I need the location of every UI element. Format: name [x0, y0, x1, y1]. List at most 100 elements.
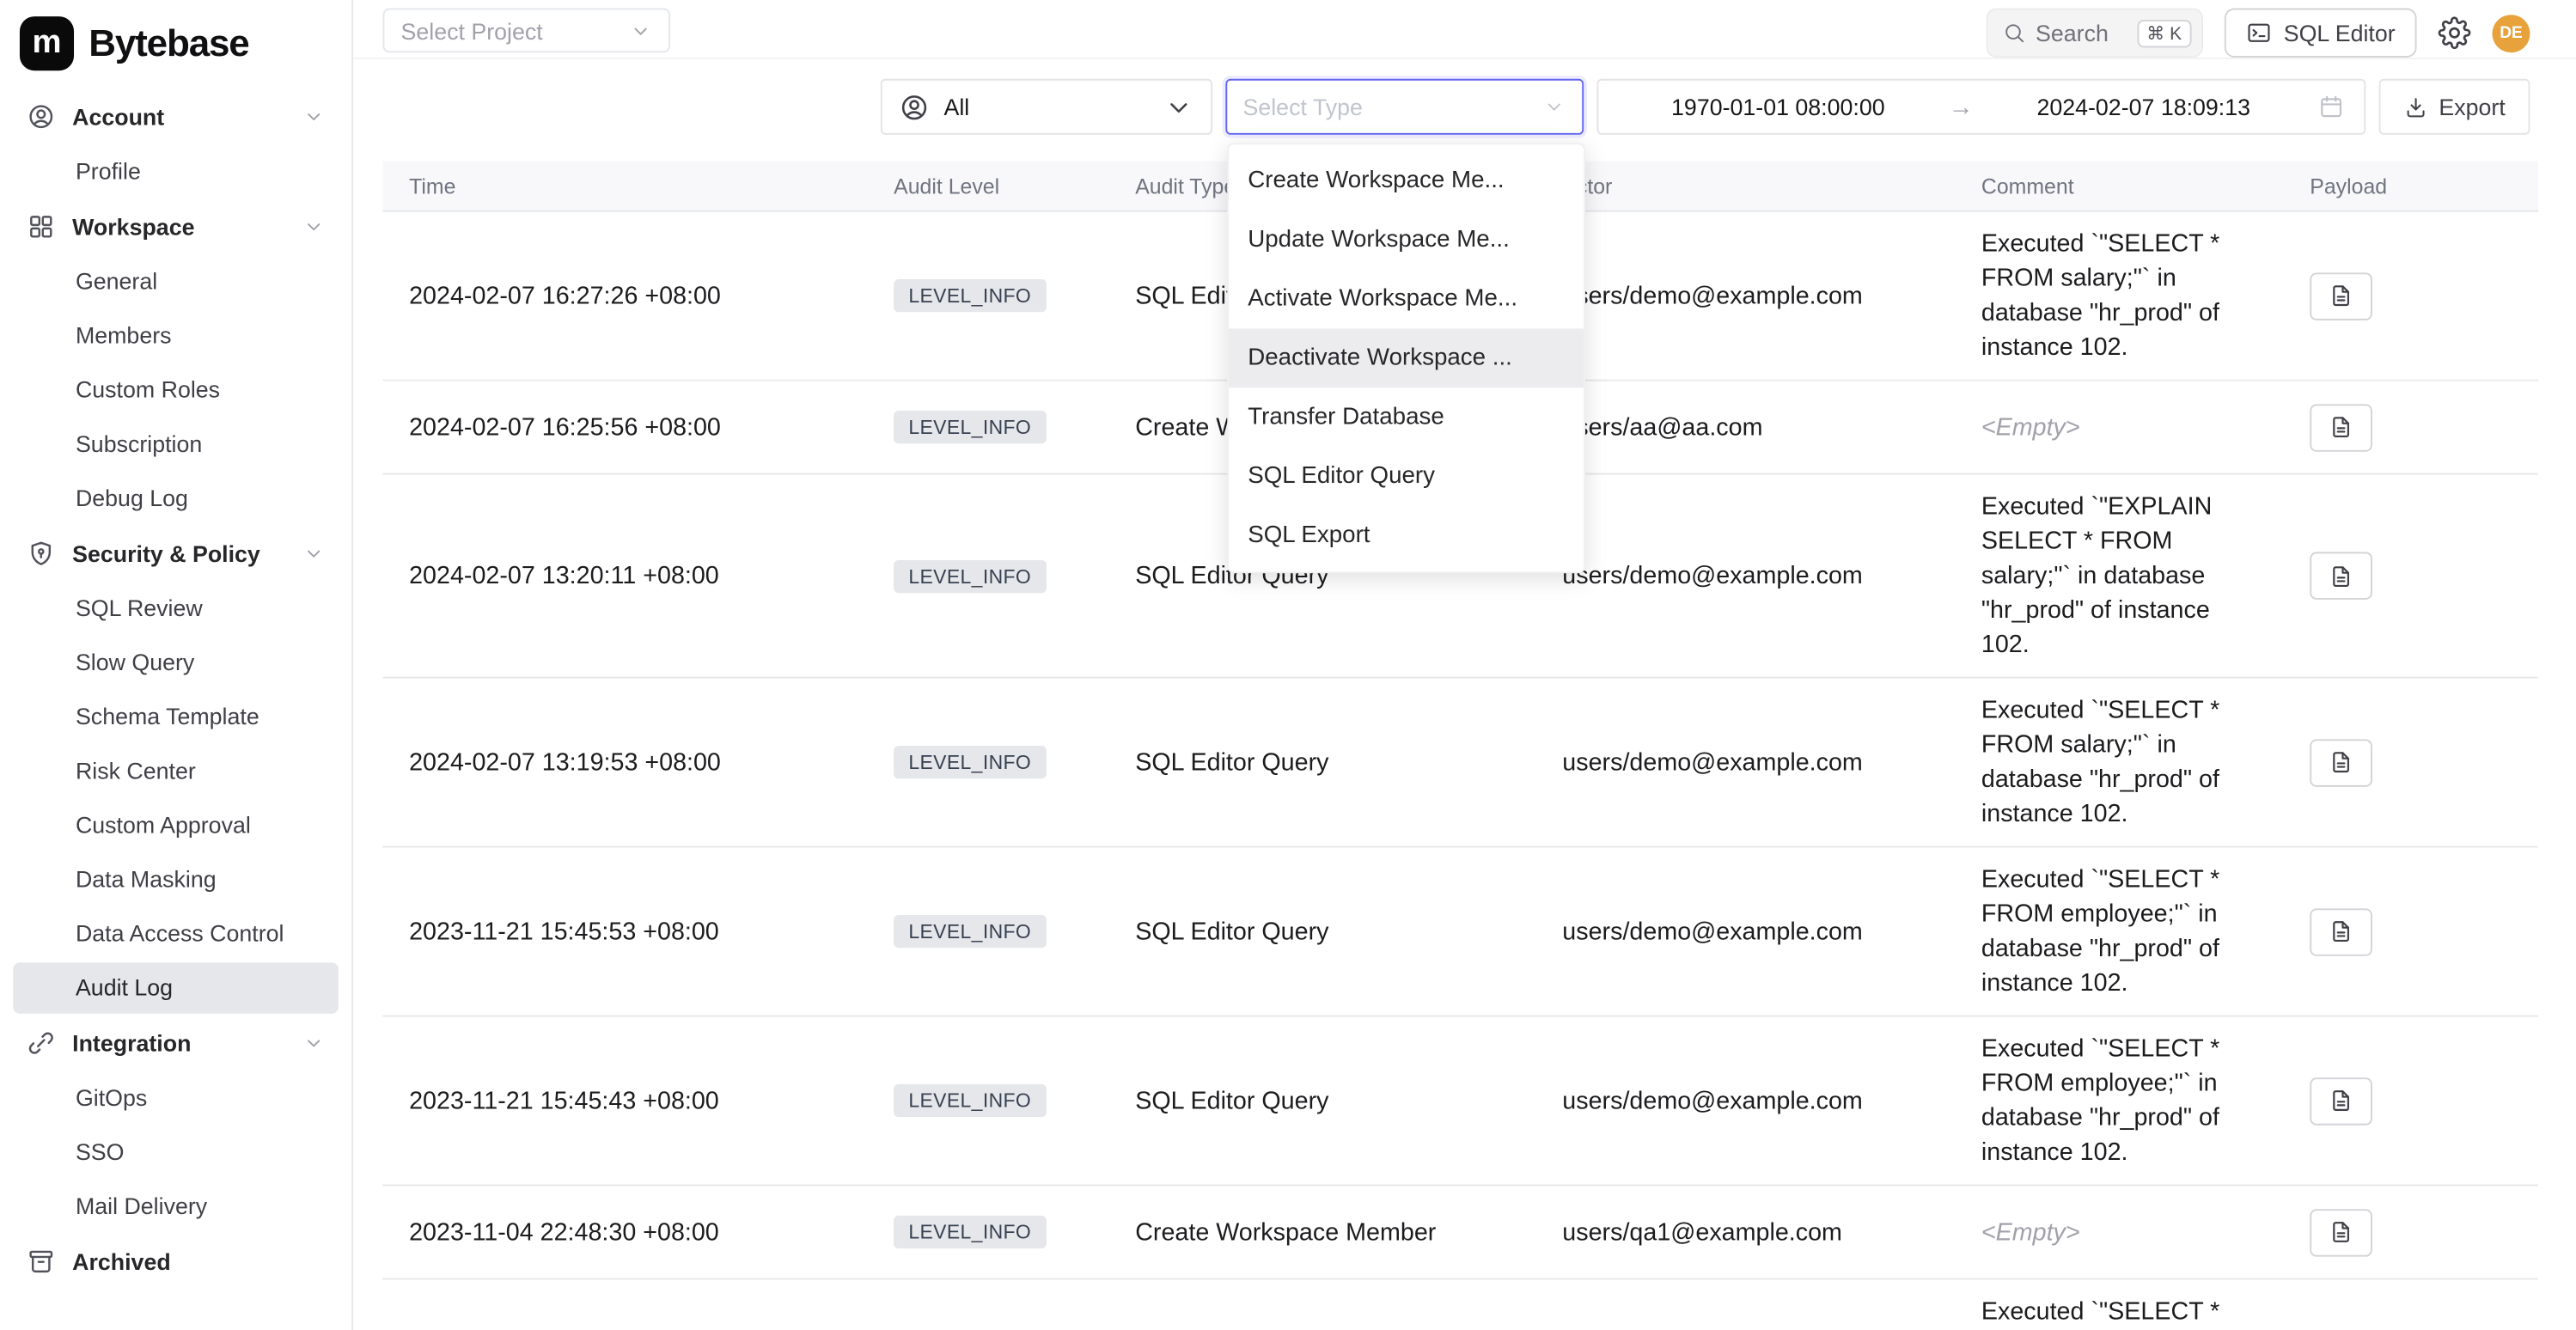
type-option-deactivate-workspace[interactable]: Deactivate Workspace ...: [1228, 328, 1583, 387]
sidebar-item-audit-log[interactable]: Audit Log: [13, 962, 339, 1013]
cell-time: 2023-11-21 15:45:43 +08:00: [382, 1017, 867, 1185]
project-select[interactable]: Select Project: [382, 9, 670, 53]
sidebar-item-members[interactable]: Members: [13, 310, 339, 361]
logo[interactable]: m Bytebase: [13, 13, 339, 87]
cell-payload: [2284, 1186, 2538, 1278]
table-row: 2023-11-21 15:45:53 +08:00 LEVEL_INFO SQ…: [382, 848, 2538, 1017]
type-option-create-workspace-me[interactable]: Create Workspace Me...: [1228, 151, 1583, 210]
sidebar-item-risk-center[interactable]: Risk Center: [13, 746, 339, 796]
sidebar-item-general[interactable]: General: [13, 256, 339, 307]
type-option-activate-workspace-me[interactable]: Activate Workspace Me...: [1228, 270, 1583, 329]
type-option-sql-export[interactable]: SQL Export: [1228, 506, 1583, 565]
file-icon: [2328, 1088, 2354, 1114]
payload-button[interactable]: [2310, 403, 2372, 450]
type-option-update-workspace-me[interactable]: Update Workspace Me...: [1228, 210, 1583, 270]
sidebar-item-sql-review[interactable]: SQL Review: [13, 583, 339, 634]
column-header-time: Time: [382, 161, 867, 210]
cell-actor: users/demo@example.com: [1536, 475, 1956, 677]
cell-time: 2023-11-21 15:45:53 +08:00: [382, 848, 867, 1016]
cell-payload: [2284, 212, 2538, 380]
export-button[interactable]: Export: [2378, 79, 2530, 135]
cell-comment: Executed `"SELECT * FROM salary;"` in da…: [1955, 679, 2283, 846]
cell-payload: [2284, 679, 2538, 846]
cell-comment: Executed `"SELECT * FROM salary;"` in da…: [1955, 212, 2283, 380]
cell-audit-level: LEVEL_INFO: [868, 848, 1109, 1016]
cell-time: 2024-02-07 13:20:11 +08:00: [382, 475, 867, 677]
export-label: Export: [2439, 94, 2505, 120]
payload-button[interactable]: [2310, 271, 2372, 319]
sql-editor-button[interactable]: SQL Editor: [2225, 9, 2417, 58]
sidebar-section-security-policy[interactable]: Security & Policy: [13, 528, 339, 580]
filter-bar: All Select Type Create Workspace Me...Up…: [353, 59, 2576, 151]
level-badge: LEVEL_INFO: [894, 1216, 1046, 1248]
cell-actor: users/demo@example.com: [1536, 1279, 1956, 1330]
cell-time: 2024-02-07 16:25:56 +08:00: [382, 381, 867, 473]
search-icon: [2003, 21, 2026, 45]
download-icon: [2402, 95, 2427, 119]
bytebase-app: m Bytebase Account Profile Workspace Gen…: [0, 0, 2576, 1330]
sidebar-section-label: Security & Policy: [72, 540, 286, 568]
sidebar-item-subscription[interactable]: Subscription: [13, 419, 339, 470]
file-icon: [2328, 563, 2354, 589]
payload-button[interactable]: [2310, 907, 2372, 955]
search-input[interactable]: Search ⌘ K: [1987, 9, 2203, 58]
audit-type-select[interactable]: Select Type Create Workspace Me...Update…: [1224, 79, 1583, 135]
column-header-actor: Actor: [1536, 161, 1956, 210]
sidebar-item-schema-template[interactable]: Schema Template: [13, 692, 339, 742]
payload-button[interactable]: [2310, 552, 2372, 599]
cell-actor: users/demo@example.com: [1536, 679, 1956, 846]
cell-payload: [2284, 848, 2538, 1016]
cell-actor: users/qa1@example.com: [1536, 1186, 1956, 1278]
sidebar-section-label: Integration: [72, 1029, 286, 1058]
cell-comment: Executed `"SELECT * FROM department;"` i…: [1955, 1279, 2283, 1330]
user-filter-value: All: [944, 94, 1148, 120]
sidebar-section-workspace[interactable]: Workspace: [13, 200, 339, 253]
date-range-picker[interactable]: 1970-01-01 08:00:00 → 2024-02-07 18:09:1…: [1596, 79, 2365, 135]
sidebar-item-gitops[interactable]: GitOps: [13, 1073, 339, 1124]
cell-audit-level: LEVEL_INFO: [868, 679, 1109, 846]
sidebar-item-custom-roles[interactable]: Custom Roles: [13, 364, 339, 415]
type-option-transfer-database[interactable]: Transfer Database: [1228, 387, 1583, 447]
sidebar-item-slow-query[interactable]: Slow Query: [13, 638, 339, 688]
sidebar-item-data-masking[interactable]: Data Masking: [13, 854, 339, 905]
cell-audit-level: LEVEL_INFO: [868, 475, 1109, 677]
arrow-right-icon: →: [1938, 93, 1983, 121]
payload-button[interactable]: [2310, 1208, 2372, 1255]
sidebar-item-sso[interactable]: SSO: [13, 1127, 339, 1178]
sidebar-item-archived[interactable]: Archived: [13, 1235, 339, 1288]
avatar[interactable]: DE: [2493, 14, 2530, 52]
sidebar-item-data-access-control[interactable]: Data Access Control: [13, 908, 339, 959]
user-filter-select[interactable]: All: [880, 79, 1212, 135]
sidebar-item-mail-delivery[interactable]: Mail Delivery: [13, 1181, 339, 1232]
brand-name: Bytebase: [89, 21, 248, 66]
chevron-down-icon: [629, 19, 652, 42]
cell-actor: users/demo@example.com: [1536, 212, 1956, 380]
sidebar-item-custom-approval[interactable]: Custom Approval: [13, 800, 339, 851]
payload-button[interactable]: [2310, 738, 2372, 785]
topbar-right: Search ⌘ K SQL Editor DE: [1987, 9, 2530, 58]
level-badge: LEVEL_INFO: [894, 915, 1046, 948]
cell-audit-level: LEVEL_INFO: [868, 381, 1109, 473]
type-option-sql-editor-query[interactable]: SQL Editor Query: [1228, 447, 1583, 506]
sidebar-item-debug-log[interactable]: Debug Log: [13, 473, 339, 524]
cell-audit-type: SQL Editor Query: [1109, 1017, 1536, 1185]
sidebar-section-account[interactable]: Account: [13, 90, 339, 143]
sidebar-item-profile[interactable]: Profile: [13, 146, 339, 197]
cell-comment: Executed `"SELECT * FROM employee;"` in …: [1955, 848, 2283, 1016]
payload-button[interactable]: [2310, 1077, 2372, 1124]
table-row: 2024-02-07 13:19:53 +08:00 LEVEL_INFO SQ…: [382, 679, 2538, 848]
level-badge: LEVEL_INFO: [894, 746, 1046, 778]
cell-payload: [2284, 381, 2538, 473]
gear-icon[interactable]: [2438, 16, 2470, 49]
level-badge: LEVEL_INFO: [894, 559, 1046, 592]
cell-audit-level: LEVEL_INFO: [868, 1186, 1109, 1278]
integration-icon: [27, 1028, 56, 1058]
column-header-audit-level: Audit Level: [868, 161, 1109, 210]
cell-payload: [2284, 1279, 2538, 1330]
type-select-placeholder: Select Type: [1242, 94, 1541, 120]
table-row: 2023-11-04 22:48:30 +08:00 LEVEL_INFO Cr…: [382, 1186, 2538, 1279]
sidebar-section-integration[interactable]: Integration: [13, 1017, 339, 1070]
file-icon: [2328, 749, 2354, 776]
cell-comment: <Empty>: [1955, 1200, 2283, 1265]
sidebar-nav: Account Profile Workspace GeneralMembers…: [13, 90, 339, 1288]
